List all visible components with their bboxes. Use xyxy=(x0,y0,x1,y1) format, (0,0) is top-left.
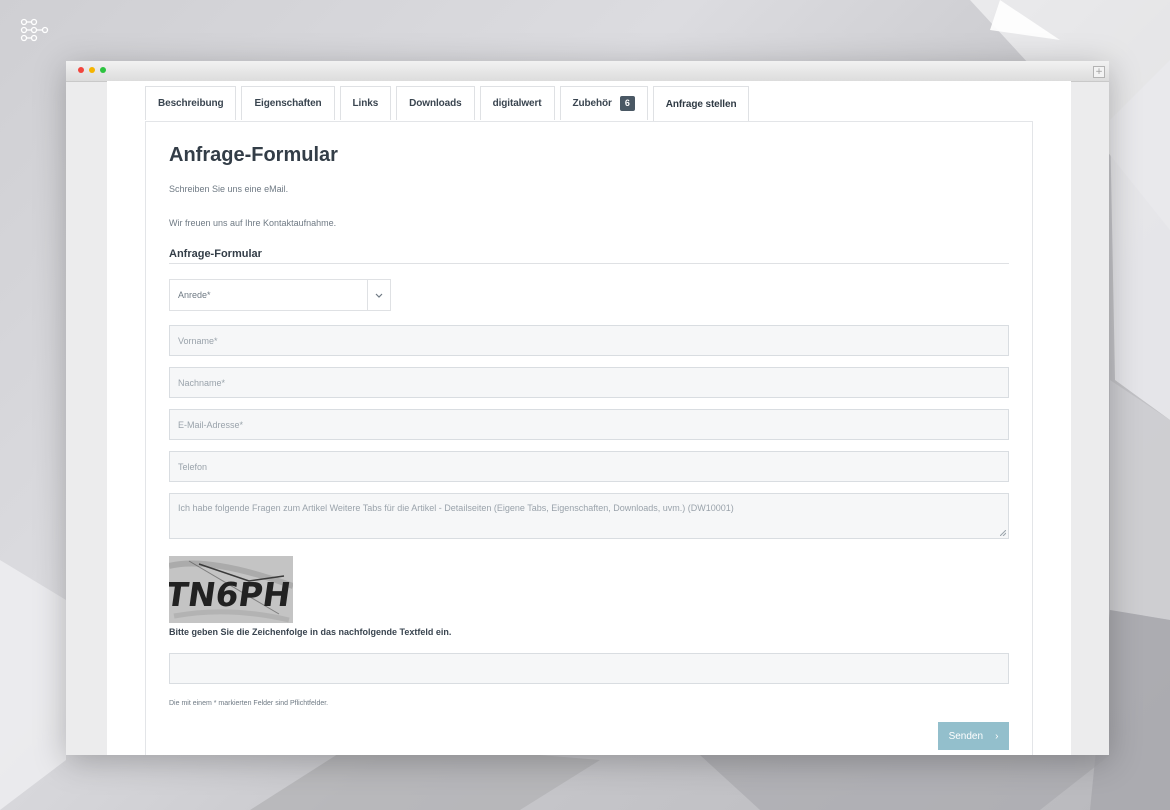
tab-bar: Beschreibung Eigenschaften Links Downloa… xyxy=(145,86,754,122)
form-section-title: Anfrage-Formular xyxy=(169,248,262,260)
phone-field[interactable] xyxy=(169,451,1009,482)
last-name-field[interactable] xyxy=(169,367,1009,398)
tab-digitalwert[interactable]: digitalwert xyxy=(479,86,555,120)
last-name-input[interactable] xyxy=(170,368,1008,397)
email-field[interactable] xyxy=(169,409,1009,440)
tab-label: digitalwert xyxy=(492,98,542,109)
phone-input[interactable] xyxy=(170,452,1008,481)
salutation-value: Anrede* xyxy=(178,290,211,300)
tab-eigenschaften[interactable]: Eigenschaften xyxy=(241,86,335,120)
tab-anfrage-stellen[interactable]: Anfrage stellen xyxy=(652,86,750,122)
tab-downloads[interactable]: Downloads xyxy=(396,86,475,120)
first-name-field[interactable] xyxy=(169,325,1009,356)
tab-label: Zubehör xyxy=(572,98,612,109)
chevron-down-icon[interactable] xyxy=(367,280,390,310)
message-textarea[interactable] xyxy=(170,494,1008,538)
tab-label: Beschreibung xyxy=(158,98,224,109)
tab-label: Eigenschaften xyxy=(254,98,322,109)
intro-text: Schreiben Sie uns eine eMail. xyxy=(169,184,289,194)
product-detail-page: Beschreibung Eigenschaften Links Downloa… xyxy=(107,81,1071,755)
message-field[interactable] xyxy=(169,493,1009,539)
window-titlebar: + xyxy=(66,61,1109,82)
email-input[interactable] xyxy=(170,410,1008,439)
minimize-window-button[interactable] xyxy=(89,67,95,73)
intro-text: Wir freuen uns auf Ihre Kontaktaufnahme. xyxy=(169,218,337,228)
browser-window: + Beschreibung Eigenschaften Links Downl… xyxy=(66,61,1109,755)
captcha-image: TN6PH xyxy=(169,556,293,623)
captcha-text: TN6PH xyxy=(169,575,293,614)
form-title: Anfrage-Formular xyxy=(169,144,338,166)
tab-links[interactable]: Links xyxy=(339,86,392,120)
inquiry-form-panel: Anfrage-Formular Schreiben Sie uns eine … xyxy=(145,121,1033,755)
salutation-select[interactable]: Anrede* xyxy=(169,279,391,311)
section-divider xyxy=(169,263,1009,264)
send-button[interactable]: Senden › xyxy=(938,722,1009,750)
tab-label: Links xyxy=(352,98,379,109)
network-nodes-icon[interactable] xyxy=(18,18,52,42)
expand-icon[interactable]: + xyxy=(1093,66,1105,78)
chevron-right-icon: › xyxy=(995,730,999,742)
captcha-label: Bitte geben Sie die Zeichenfolge in das … xyxy=(169,627,452,637)
required-fields-note: Die mit einem * markierten Felder sind P… xyxy=(169,700,329,707)
first-name-input[interactable] xyxy=(170,326,1008,355)
resize-grip-icon[interactable] xyxy=(1000,530,1006,536)
tab-label: Anfrage stellen xyxy=(665,99,737,110)
tab-beschreibung[interactable]: Beschreibung xyxy=(145,86,237,120)
count-badge: 6 xyxy=(619,96,635,111)
captcha-input[interactable] xyxy=(170,654,1008,683)
send-button-label: Senden xyxy=(948,730,984,742)
tab-zubehoer[interactable]: Zubehör 6 xyxy=(559,86,648,120)
zoom-window-button[interactable] xyxy=(100,67,106,73)
tab-label: Downloads xyxy=(409,98,462,109)
captcha-field[interactable] xyxy=(169,653,1009,684)
close-window-button[interactable] xyxy=(78,67,84,73)
